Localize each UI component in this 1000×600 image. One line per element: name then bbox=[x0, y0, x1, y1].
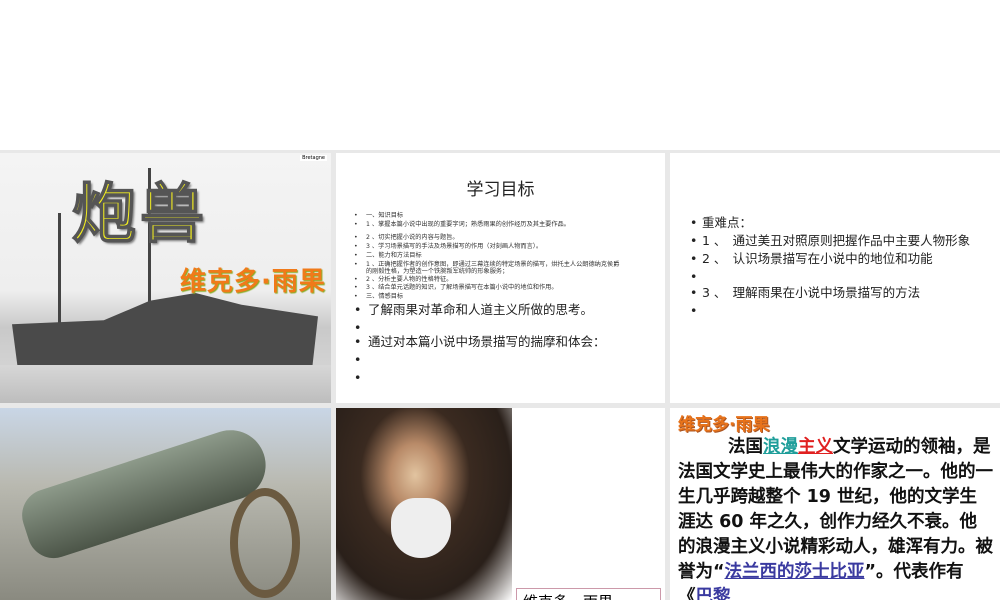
link-ism[interactable]: 主义 bbox=[798, 437, 833, 457]
objective-list: 一、知识目标 1 、掌握本篇小说中出现的重要字词；熟悉雨果的创作经历及其主要作品… bbox=[336, 212, 665, 302]
portrait-caption: 维克多 雨果 bbox=[516, 588, 661, 600]
author-bio: 法国浪漫主义文学运动的领袖，是法国文学史上最伟大的作家之一。他的一生几乎跨越整个… bbox=[670, 435, 1000, 600]
list-item: 2 、 认识场景描写在小说中的地位和功能 bbox=[670, 251, 1000, 267]
emotion-list: 了解雨果对革命和人道主义所做的思考。 通过对本篇小说中场景描写的揣摩和体会： bbox=[336, 302, 665, 386]
slide-thumbnail-3[interactable]: 重难点： 1 、 通过美丑对照原则把握作品中主要人物形象 2 、 认识场景描写在… bbox=[670, 153, 1000, 403]
slide-thumbnail-6[interactable]: 维克多·雨果 法国浪漫主义文学运动的领袖，是法国文学史上最伟大的作家之一。他的一… bbox=[670, 408, 1000, 600]
list-item bbox=[670, 269, 1000, 285]
list-item bbox=[336, 320, 665, 336]
hugo-portrait bbox=[336, 408, 512, 600]
slide-title: 学习目标 bbox=[466, 180, 535, 200]
slide-title: 炮兽 bbox=[71, 177, 208, 253]
list-item: 二、能力和方法目标 bbox=[336, 252, 665, 261]
key-points-list: 重难点： 1 、 通过美丑对照原则把握作品中主要人物形象 2 、 认识场景描写在… bbox=[670, 215, 1000, 319]
list-item: 1 、 通过美丑对照原则把握作品中主要人物形象 bbox=[670, 233, 1000, 249]
list-item: 3 、 理解雨果在小说中场景描写的方法 bbox=[670, 285, 1000, 301]
list-item bbox=[336, 352, 665, 370]
water-image bbox=[0, 365, 331, 403]
slide-thumbnail-1[interactable]: Bretagne 炮兽 维克多·雨果 bbox=[0, 153, 331, 403]
bio-text: 文学运动的领袖，是法国文学史上最伟大的作家之一。他的一生几乎跨越整个 19 世纪… bbox=[678, 437, 993, 582]
cannon-wheel-image bbox=[230, 488, 300, 598]
slide-thumbnail-5[interactable]: 维克多 雨果 bbox=[336, 408, 665, 600]
top-blank-area bbox=[0, 0, 1000, 150]
list-item bbox=[670, 303, 1000, 319]
slide-thumbnail-2[interactable]: 学习目标 一、知识目标 1 、掌握本篇小说中出现的重要字词；熟悉雨果的创作经历及… bbox=[336, 153, 665, 403]
author-heading: 维克多·雨果 bbox=[678, 415, 770, 435]
list-item: 2 、切实把握小说的内容与题旨。 bbox=[336, 234, 665, 243]
list-item: 2 、分析主要人物的性格特征。 bbox=[336, 276, 665, 285]
list-item: 了解雨果对革命和人道主义所做的思考。 bbox=[336, 302, 665, 318]
list-item: 一、知识目标 bbox=[336, 212, 665, 221]
list-item: 三、情感目标 bbox=[336, 293, 665, 302]
ship-mast bbox=[58, 213, 61, 323]
link-shakespeare[interactable]: 法兰西的莎士比亚 bbox=[725, 562, 865, 582]
link-romantic[interactable]: 浪漫 bbox=[763, 437, 798, 457]
list-item: 1 、正确把握作者的创作意图，即通过三幕连续的特定场景的描写，烘托主人公朗德纳克… bbox=[336, 261, 665, 275]
list-item bbox=[336, 370, 665, 386]
link-paris[interactable]: 巴黎 bbox=[696, 587, 731, 600]
list-item: 通过对本篇小说中场景描写的揣摩和体会： bbox=[336, 334, 665, 350]
image-tag: Bretagne bbox=[300, 155, 327, 161]
author-name: 维克多·雨果 bbox=[180, 267, 326, 297]
slide-thumbnail-4[interactable] bbox=[0, 408, 331, 600]
bio-text: 法国 bbox=[728, 437, 763, 457]
list-item: 3 、学习场景描写的手法及场景描写的作用（对刻画人物而言）。 bbox=[336, 243, 665, 252]
list-item: 3 、结合单元话题的知识，了解场景描写在本篇小说中的地位和作用。 bbox=[336, 284, 665, 293]
list-item: 1 、掌握本篇小说中出现的重要字词；熟悉雨果的创作经历及其主要作品。 bbox=[336, 221, 665, 230]
list-item: 重难点： bbox=[670, 215, 1000, 231]
